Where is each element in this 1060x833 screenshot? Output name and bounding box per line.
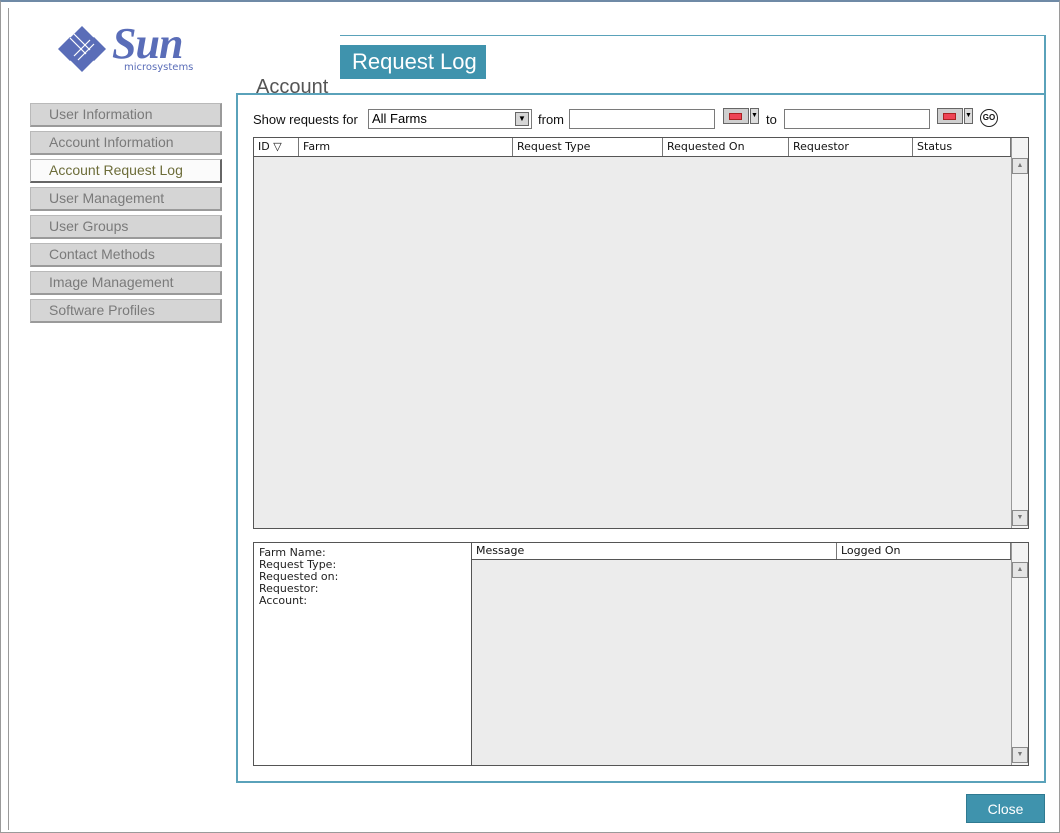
requests-table: ID ▽ Farm Request Type Requested On Requ… [253, 137, 1029, 529]
tab-request-log[interactable]: Request Log [340, 45, 486, 79]
sun-diamond-icon [58, 26, 106, 72]
sidebar-item-user-groups[interactable]: User Groups [30, 215, 222, 239]
calendar-icon [723, 108, 749, 124]
sidebar-item-account-request-log[interactable]: Account Request Log [30, 159, 222, 183]
requests-table-header: ID ▽ Farm Request Type Requested On Requ… [254, 138, 1011, 157]
column-header-farm[interactable]: Farm [299, 138, 513, 156]
column-header-request-type[interactable]: Request Type [513, 138, 663, 156]
scroll-up-icon[interactable]: ▲ [1012, 562, 1028, 578]
farm-select[interactable]: All Farms ▼ [368, 109, 532, 129]
from-label: from [538, 112, 564, 127]
sun-logo: Sun microsystems [54, 19, 204, 80]
show-requests-label: Show requests for [253, 112, 358, 127]
farm-select-value: All Farms [372, 111, 427, 126]
column-header-requested-on[interactable]: Requested On [663, 138, 789, 156]
scroll-up-icon[interactable]: ▲ [1012, 158, 1028, 174]
column-header-requestor[interactable]: Requestor [789, 138, 913, 156]
column-header-message[interactable]: Message [472, 543, 837, 559]
to-label: to [766, 112, 777, 127]
sidebar-item-image-management[interactable]: Image Management [30, 271, 222, 295]
logo-subtitle: microsystems [124, 62, 194, 73]
chevron-down-icon: ▼ [750, 108, 759, 124]
sidebar-item-user-information[interactable]: User Information [30, 103, 222, 127]
tab-rule-right [1044, 35, 1046, 95]
sidebar-item-account-information[interactable]: Account Information [30, 131, 222, 155]
close-button[interactable]: Close [966, 794, 1045, 823]
scroll-down-icon[interactable]: ▼ [1012, 747, 1028, 763]
from-date-input[interactable] [569, 109, 715, 129]
detail-account-label: Account: [259, 594, 308, 607]
messages-table-scrollbar[interactable]: ▲ ▼ [1011, 543, 1028, 765]
go-button[interactable]: GO [980, 109, 998, 127]
to-calendar-button[interactable]: ▼ [937, 108, 974, 126]
calendar-icon [937, 108, 963, 124]
column-header-logged-on[interactable]: Logged On [837, 543, 1011, 559]
messages-table: Message Logged On ▲ ▼ [471, 542, 1029, 766]
chevron-down-icon: ▼ [964, 108, 973, 124]
messages-table-header: Message Logged On [472, 543, 1011, 560]
sort-desc-icon: ▽ [273, 140, 282, 153]
column-header-status[interactable]: Status [913, 138, 1011, 156]
sidebar-item-software-profiles[interactable]: Software Profiles [30, 299, 222, 323]
sidebar-item-contact-methods[interactable]: Contact Methods [30, 243, 222, 267]
scroll-down-icon[interactable]: ▼ [1012, 510, 1028, 526]
column-header-id[interactable]: ID ▽ [254, 138, 299, 156]
sidebar: User Information Account Information Acc… [30, 103, 222, 327]
from-calendar-button[interactable]: ▼ [723, 108, 760, 126]
chevron-down-icon[interactable]: ▼ [515, 112, 529, 126]
to-date-input[interactable] [784, 109, 930, 129]
requests-table-scrollbar[interactable]: ▲ ▼ [1011, 138, 1028, 528]
request-details-panel: Farm Name: Request Type: Requested on: R… [253, 542, 472, 766]
window-left-border [8, 8, 9, 830]
tab-rule [340, 35, 1046, 36]
sidebar-item-user-management[interactable]: User Management [30, 187, 222, 211]
